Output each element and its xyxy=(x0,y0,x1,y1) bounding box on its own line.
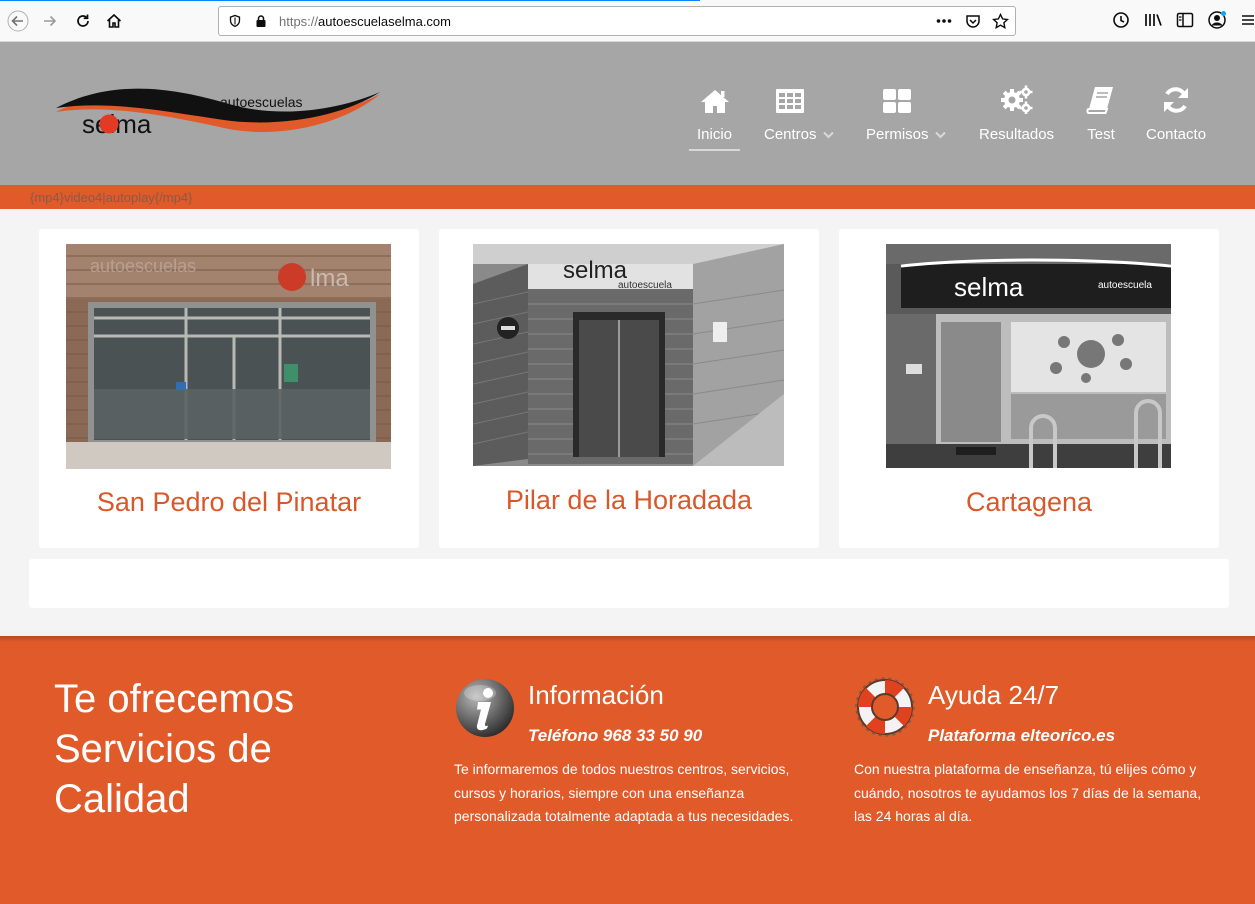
video-placeholder-strip: {mp4}video4|autoplay{/mp4} xyxy=(0,185,1255,209)
bookmark-star-icon[interactable] xyxy=(991,12,1009,30)
reload-button[interactable] xyxy=(70,8,96,34)
nav-label-inicio: Inicio xyxy=(697,126,733,143)
svg-text:selma: selma xyxy=(954,272,1024,302)
nav-label-resultados: Resultados xyxy=(979,126,1055,143)
nav-item-resultados[interactable]: Resultados xyxy=(979,84,1054,192)
empty-content-panel xyxy=(29,559,1229,608)
selma-logo[interactable]: autoescuelas selma xyxy=(54,88,384,188)
center-title-san-pedro[interactable]: San Pedro del Pinatar xyxy=(39,487,419,518)
info-phone[interactable]: Teléfono 968 33 50 90 xyxy=(528,726,702,746)
history-icon[interactable] xyxy=(1111,10,1131,30)
chevron-down-icon xyxy=(822,131,834,138)
forward-arrow-icon xyxy=(44,15,57,27)
nav-item-test[interactable]: Test xyxy=(1086,84,1116,192)
url-text[interactable]: https://autoescuelaselma.com xyxy=(279,14,451,29)
shield-icon[interactable] xyxy=(226,12,244,30)
site-header: autoescuelas selma Inicio Centros Permis… xyxy=(0,42,1255,185)
center-title-pilar[interactable]: Pilar de la Horadada xyxy=(439,485,819,516)
nav-label-centros: Centros xyxy=(764,126,834,143)
nav-label-permisos: Permisos xyxy=(866,126,946,143)
browser-toolbar: https://autoescuelaselma.com xyxy=(0,0,1255,42)
table-grid-icon xyxy=(775,84,823,114)
info-title: Información xyxy=(528,680,664,710)
services-heading: Te ofrecemos Servicios de Calidad xyxy=(54,674,294,824)
info-description: Te informaremos de todos nuestros centro… xyxy=(454,761,794,824)
help-title: Ayuda 24/7 xyxy=(928,680,1060,710)
library-icon[interactable] xyxy=(1143,10,1163,30)
center-card-cartagena[interactable]: selma autoescuela Cartagena xyxy=(839,229,1219,548)
center-photo-pilar[interactable]: selma autoescuela xyxy=(473,244,784,466)
lifebuoy-icon xyxy=(854,676,916,738)
center-card-san-pedro[interactable]: autoescuelas lma San Pedro del Pinatar xyxy=(39,229,419,548)
nav-active-indicator xyxy=(689,149,740,151)
services-heading-line: Servicios de xyxy=(54,727,272,771)
page-actions-icon[interactable] xyxy=(935,12,953,30)
gears-icon xyxy=(1000,84,1034,114)
video-shortcode-text: {mp4}video4|autoplay{/mp4} xyxy=(30,190,193,205)
nav-item-contacto[interactable]: Contacto xyxy=(1146,84,1206,192)
menu-icon[interactable] xyxy=(1238,10,1255,30)
back-arrow-icon xyxy=(7,10,29,32)
centers-section: autoescuelas lma San Pedro del Pinatar s… xyxy=(0,209,1255,636)
reload-icon xyxy=(77,14,89,27)
services-heading-line: Te ofrecemos xyxy=(54,677,295,721)
help-platform-link[interactable]: Plataforma elteorico.es xyxy=(928,726,1115,746)
nav-label-contacto: Contacto xyxy=(1146,126,1207,143)
nav-item-centros[interactable]: Centros xyxy=(764,84,834,192)
center-title-cartagena[interactable]: Cartagena xyxy=(839,487,1219,518)
svg-text:autoescuelas: autoescuelas xyxy=(90,256,196,276)
address-bar[interactable]: https://autoescuelaselma.com xyxy=(218,6,1016,36)
tiles-icon xyxy=(882,84,930,114)
url-host: autoescuelaselma.com xyxy=(318,14,451,29)
logo-tagline: autoescuelas xyxy=(220,94,303,110)
svg-text:autoescuela: autoescuela xyxy=(1098,280,1152,291)
url-protocol: https:// xyxy=(279,14,319,29)
home-icon xyxy=(700,84,730,114)
nav-label-test: Test xyxy=(1087,126,1115,143)
pocket-icon[interactable] xyxy=(964,12,982,30)
nav-item-permisos[interactable]: Permisos xyxy=(866,84,946,192)
book-icon xyxy=(1086,84,1116,114)
center-photo-san-pedro[interactable]: autoescuelas lma xyxy=(66,244,391,469)
home-button[interactable] xyxy=(101,8,127,34)
lock-icon[interactable] xyxy=(252,12,270,30)
svg-text:lma: lma xyxy=(310,265,349,292)
sidebar-icon[interactable] xyxy=(1175,10,1195,30)
nav-item-inicio[interactable]: Inicio xyxy=(697,84,732,192)
info-icon xyxy=(454,676,516,738)
account-icon[interactable] xyxy=(1207,10,1227,30)
refresh-icon xyxy=(1161,84,1191,114)
help-description: Con nuestra plataforma de enseñanza, tú … xyxy=(854,761,1202,824)
home-outline-icon xyxy=(106,13,122,28)
chevron-down-icon xyxy=(934,131,946,138)
back-button[interactable] xyxy=(5,8,31,34)
center-photo-cartagena[interactable]: selma autoescuela xyxy=(886,244,1171,468)
tab-indicator xyxy=(0,0,700,1)
center-card-pilar[interactable]: selma autoescuela Pilar de la Horadada xyxy=(439,229,819,548)
services-footer: Te ofrecemos Servicios de Calidad Inform… xyxy=(0,636,1255,904)
forward-button[interactable] xyxy=(37,8,63,34)
footer-top-shadow xyxy=(0,636,1255,642)
services-heading-line: Calidad xyxy=(54,777,190,821)
